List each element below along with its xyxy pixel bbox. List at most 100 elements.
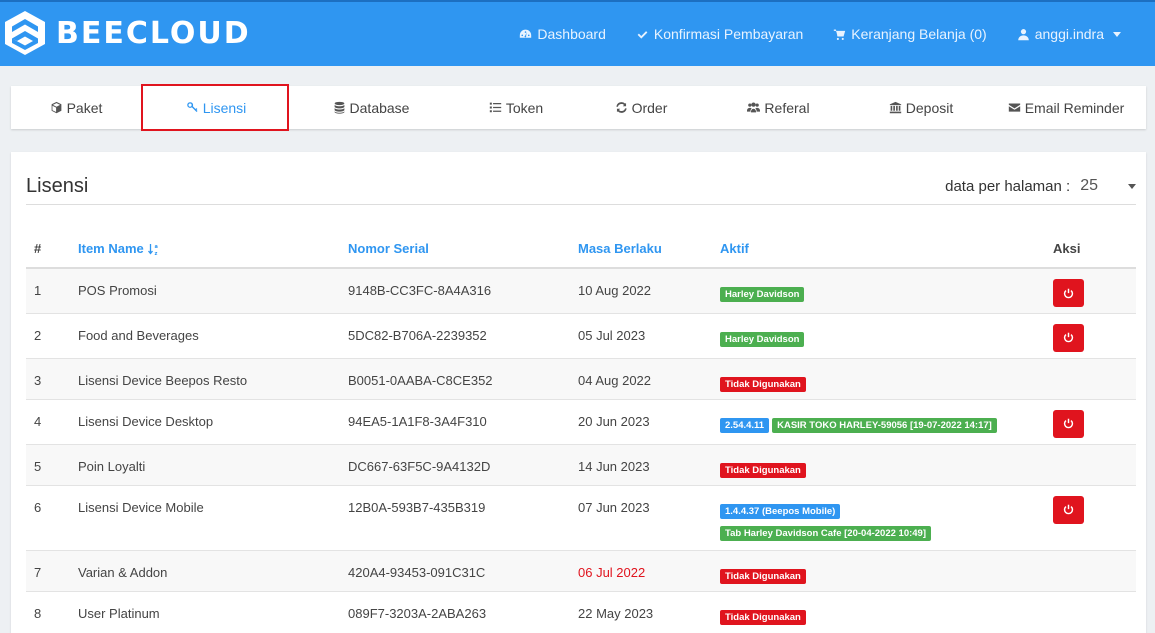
tab-email-reminder[interactable]: Email Reminder <box>986 86 1146 129</box>
version-badge: 2.54.4.11 <box>720 417 770 433</box>
status-badge: Tidak Digunakan <box>720 376 806 392</box>
power-icon <box>1063 504 1074 515</box>
header-aktif[interactable]: Aktif <box>720 230 1053 269</box>
user-name: anggi.indra <box>1034 26 1104 42</box>
tab-bar: Paket Lisensi Database Token Order Refer… <box>11 86 1146 129</box>
row-item-name: Varian & Addon <box>78 549 348 591</box>
power-icon <box>1063 332 1074 343</box>
row-date: 10 Aug 2022 <box>578 267 720 313</box>
brand-logo[interactable]: BEECLOUD <box>4 10 251 56</box>
row-no: 3 <box>26 357 78 399</box>
row-date: 07 Jun 2023 <box>578 484 720 550</box>
row-serial: 12B0A-593B7-435B319 <box>348 484 578 550</box>
row-serial: 9148B-CC3FC-8A4A316 <box>348 267 578 313</box>
tab-database[interactable]: Database <box>291 86 451 129</box>
header-masa-berlaku[interactable]: Masa Berlaku <box>578 230 720 269</box>
dashboard-icon <box>520 29 532 38</box>
tab-database-label: Database <box>349 99 410 116</box>
tab-paket-label: Paket <box>66 99 103 116</box>
sort-alpha-icon: az <box>147 244 158 256</box>
row-no: 2 <box>26 312 78 358</box>
tab-referal[interactable]: Referal <box>701 86 856 129</box>
deactivate-button[interactable] <box>1053 495 1084 524</box>
per-page-selector[interactable]: data per halaman : 25 <box>945 177 1136 195</box>
status-badge: Tidak Digunakan <box>720 609 806 625</box>
tab-email-reminder-label: Email Reminder <box>1024 99 1125 116</box>
row-no: 7 <box>26 549 78 591</box>
row-no: 1 <box>26 267 78 313</box>
table-row: 5 Poin Loyalti DC667-63F5C-9A4132D 14 Ju… <box>26 443 1136 485</box>
row-serial: 5DC82-B706A-2239352 <box>348 312 578 358</box>
table-row: 4 Lisensi Device Desktop 94EA5-1A1F8-3A4… <box>26 398 1136 444</box>
tab-lisensi[interactable]: Lisensi <box>141 86 291 129</box>
beecloud-logo-icon <box>5 11 45 55</box>
device-badge: KASIR TOKO HARLEY-59056 [19-07-2022 14:1… <box>772 417 997 433</box>
status-badge: Harley Davidson <box>720 287 805 302</box>
svg-text:z: z <box>154 251 157 256</box>
tab-order-label: Order <box>631 99 668 116</box>
top-navbar: BEECLOUD Dashboard Konfirmasi Pembayaran… <box>0 0 1155 66</box>
user-icon <box>1017 28 1029 40</box>
header-no: # <box>26 230 78 269</box>
row-item-name: User Platinum <box>78 590 348 632</box>
nav-konfirmasi-pembayaran[interactable]: Konfirmasi Pembayaran <box>636 26 803 42</box>
row-date: 14 Jun 2023 <box>578 443 720 485</box>
row-date: 22 May 2023 <box>578 590 720 632</box>
header-item-name-label: Item Name <box>78 240 144 256</box>
nav-dashboard[interactable]: Dashboard <box>519 26 606 42</box>
power-icon <box>1063 418 1074 429</box>
row-item-name: Lisensi Device Beepos Resto <box>78 357 348 399</box>
row-serial: DC667-63F5C-9A4132D <box>348 443 578 485</box>
table-row: 7 Varian & Addon 420A4-93453-091C31C 06 … <box>26 549 1136 591</box>
tab-order[interactable]: Order <box>581 86 701 129</box>
chevron-down-icon <box>1113 31 1121 37</box>
license-table: # Item Name a z Nomor Serial Masa Berlaku … <box>26 230 1136 632</box>
deactivate-button[interactable] <box>1053 409 1084 438</box>
row-date-expired: 06 Jul 2022 <box>578 549 720 591</box>
nav-dashboard-label: Dashboard <box>537 26 606 42</box>
bank-icon <box>889 101 901 114</box>
table-header-row: # Item Name a z Nomor Serial Masa Berlaku … <box>26 230 1136 269</box>
tab-token-label: Token <box>505 99 544 116</box>
tab-referal-label: Referal <box>764 99 810 116</box>
status-badge: Harley Davidson <box>720 331 805 347</box>
cube-icon <box>51 101 61 114</box>
refresh-icon <box>615 102 627 113</box>
lisensi-panel: Lisensi data per halaman : 25 # Item Nam… <box>11 152 1146 633</box>
version-badge: 1.4.4.37 (Beepos Mobile) <box>720 503 841 519</box>
row-date: 20 Jun 2023 <box>578 398 720 444</box>
device-badge: Tab Harley Davidson Cafe [20-04-2022 10:… <box>720 525 931 541</box>
row-date: 04 Aug 2022 <box>578 357 720 399</box>
key-icon <box>186 102 198 112</box>
tab-paket[interactable]: Paket <box>11 86 141 129</box>
row-serial: 420A4-93453-091C31C <box>348 549 578 591</box>
header-item-name[interactable]: Item Name a z <box>78 230 348 269</box>
tab-token[interactable]: Token <box>451 86 581 129</box>
table-row: 1 POS Promosi 9148B-CC3FC-8A4A316 10 Aug… <box>26 267 1136 313</box>
tab-deposit[interactable]: Deposit <box>856 86 986 129</box>
svg-text:a: a <box>154 244 157 250</box>
tab-lisensi-label: Lisensi <box>202 99 247 116</box>
header-nomor-serial[interactable]: Nomor Serial <box>348 230 578 269</box>
row-no: 5 <box>26 443 78 485</box>
tab-deposit-label: Deposit <box>905 99 954 116</box>
deactivate-button[interactable] <box>1053 323 1084 352</box>
divider <box>26 204 1136 205</box>
header-aksi: Aksi <box>1053 230 1136 269</box>
table-row: 2 Food and Beverages 5DC82-B706A-2239352… <box>26 312 1136 358</box>
per-page-label: data per halaman : <box>945 177 1071 195</box>
row-no: 8 <box>26 590 78 632</box>
user-menu[interactable]: anggi.indra <box>1017 26 1121 42</box>
row-item-name: Food and Beverages <box>78 312 348 358</box>
nav-keranjang-label: Keranjang Belanja (0) <box>851 26 987 42</box>
status-badge: Tidak Digunakan <box>720 462 806 478</box>
chevron-down-icon <box>1128 183 1136 189</box>
deactivate-button[interactable] <box>1053 279 1084 307</box>
brand-name: BEECLOUD <box>56 15 251 51</box>
users-icon <box>747 102 761 113</box>
cart-icon <box>834 29 846 40</box>
nav-keranjang-belanja[interactable]: Keranjang Belanja (0) <box>833 26 987 42</box>
row-no: 6 <box>26 484 78 550</box>
database-icon <box>334 101 344 114</box>
row-serial: B0051-0AABA-C8CE352 <box>348 357 578 399</box>
